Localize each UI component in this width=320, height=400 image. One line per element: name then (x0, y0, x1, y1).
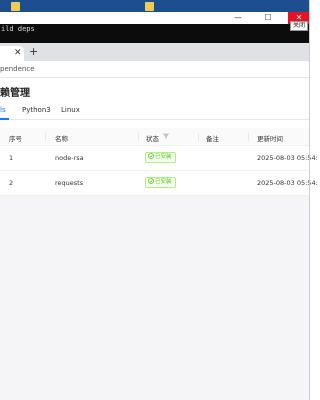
column-divider (138, 133, 139, 141)
tab-linux[interactable]: Linux (61, 106, 80, 114)
column-divider (45, 133, 46, 141)
address-text: pendence (0, 65, 35, 73)
tab-nodejs[interactable]: ls (0, 106, 6, 114)
terminal-titlebar: — ☐ ✕ (0, 12, 310, 24)
check-circle-icon (148, 153, 154, 159)
row-index: 2 (9, 179, 14, 187)
dependency-tabs: ls Python3 Linux (0, 103, 310, 120)
tab-close-icon[interactable]: ✕ (14, 47, 22, 59)
page-body: 赖管理 ls Python3 Linux 序号 名称 状态 备注 更新时间 1 … (0, 78, 318, 400)
check-circle-icon (148, 178, 154, 184)
active-tab-indicator (0, 118, 9, 120)
status-text: 已安装 (155, 179, 172, 185)
desktop-background (0, 0, 310, 12)
column-header-name: 名称 (55, 135, 68, 143)
browser-tab-bar: ✕ + (0, 43, 310, 61)
window-edge (309, 0, 310, 400)
page-title: 赖管理 (0, 88, 30, 99)
maximize-button[interactable]: ☐ (258, 12, 278, 24)
status-badge: 已安装 (145, 177, 176, 188)
row-name: requests (55, 179, 84, 187)
row-index: 1 (9, 154, 14, 162)
terminal-window: — ☐ ✕ ild deps 关闭 (0, 12, 310, 43)
address-bar[interactable]: pendence (0, 61, 310, 78)
table-row[interactable]: 1 node-rsa 已安装 2025-08-03 05:54: (0, 146, 318, 171)
dependency-card: 赖管理 ls Python3 Linux 序号 名称 状态 备注 更新时间 1 … (0, 78, 318, 196)
status-badge: 已安装 (145, 152, 176, 163)
column-divider (248, 133, 249, 141)
status-text: 已安装 (155, 154, 172, 160)
column-header-remark: 备注 (206, 135, 219, 143)
table-row[interactable]: 2 requests 已安装 2025-08-03 05:54: (0, 171, 318, 196)
filter-icon[interactable] (162, 132, 170, 140)
table-header: 序号 名称 状态 备注 更新时间 (0, 128, 310, 146)
tab-python3[interactable]: Python3 (22, 106, 51, 114)
browser-tab[interactable]: ✕ (0, 46, 24, 61)
column-header-updated: 更新时间 (257, 135, 283, 143)
row-name: node-rsa (55, 154, 84, 162)
terminal-console[interactable]: ild deps (0, 24, 310, 43)
folder-icon[interactable] (11, 2, 20, 11)
terminal-output: ild deps (1, 25, 35, 33)
minimize-button[interactable]: — (228, 12, 248, 24)
column-header-status: 状态 (146, 135, 159, 143)
column-divider (198, 133, 199, 141)
folder-icon[interactable] (145, 2, 154, 11)
column-header-index: 序号 (9, 135, 22, 143)
new-tab-button[interactable]: + (29, 45, 38, 58)
close-tooltip: 关闭 (289, 21, 308, 31)
